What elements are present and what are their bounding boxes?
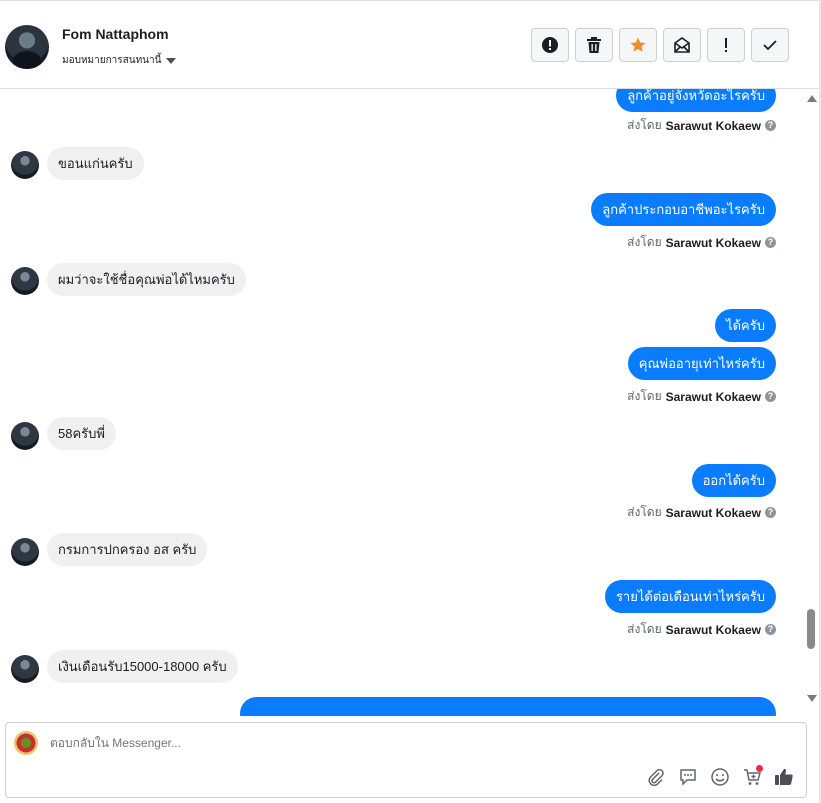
emoji-button[interactable] [708,765,732,789]
scroll-down-arrow-icon[interactable] [807,695,817,702]
sent-by-label: ส่งโดย Sarawut Kokaew ? [627,233,776,252]
reply-composer [5,722,807,798]
help-icon[interactable]: ? [765,507,776,518]
scroll-up-arrow-icon[interactable] [807,95,817,102]
contact-avatar[interactable] [5,25,49,69]
sent-by-agent: Sarawut Kokaew [665,622,761,637]
like-button[interactable] [772,765,796,789]
contact-avatar-small [11,267,39,295]
outgoing-message: ออกได้ครับ [691,464,776,497]
trash-icon [587,37,601,53]
exclamation-icon [725,38,727,52]
message-list[interactable]: ลูกค้าอยู่จังหวัดอะไรครับ ส่งโดย Sarawut… [0,89,804,716]
delete-button[interactable] [575,28,613,62]
sent-by-label: ส่งโดย Sarawut Kokaew ? [627,503,776,522]
header-actions [531,28,789,62]
paperclip-icon [648,768,664,787]
contact-avatar-small [11,151,39,179]
follow-up-button[interactable] [707,28,745,62]
outgoing-message: ลูกค้าอยู่จังหวัดอะไรครับ [616,89,776,112]
page-avatar [14,731,38,755]
chat-bubble-icon [680,769,696,786]
star-icon [630,37,646,52]
sent-by-prefix: ส่งโดย [627,118,662,132]
sent-by-prefix: ส่งโดย [627,235,662,249]
outgoing-message-partial [240,697,776,716]
sent-by-agent: Sarawut Kokaew [665,389,761,404]
incoming-message: เงินเดือนรับ15000-18000 ครับ [47,650,238,683]
thumbs-up-icon [775,768,793,785]
incoming-message: ขอนแก่นครับ [47,147,144,180]
message-scrollbar[interactable] [804,89,819,716]
contact-avatar-small [11,538,39,566]
report-spam-button[interactable] [531,28,569,62]
chevron-down-icon [166,57,177,64]
scrollbar-thumb[interactable] [807,609,815,649]
sent-by-prefix: ส่งโดย [627,389,662,403]
check-icon [763,40,777,51]
help-icon[interactable]: ? [765,237,776,248]
incoming-message: 58ครับพี่ [47,417,116,450]
contact-name[interactable]: Fom Nattaphom [62,26,169,42]
help-icon[interactable]: ? [765,624,776,635]
assign-conversation-dropdown[interactable]: มอบหมายการสนทนานี้ [62,53,177,68]
assign-label: มอบหมายการสนทนานี้ [62,55,162,66]
shop-button[interactable] [740,765,764,789]
sent-by-agent: Sarawut Kokaew [665,235,761,250]
outgoing-message: ได้ครับ [715,309,776,342]
help-icon[interactable]: ? [765,120,776,131]
outgoing-message: คุณพ่ออายุเท่าไหร่ครับ [627,347,776,380]
notification-dot [756,765,763,772]
incoming-message: กรมการปกครอง อส ครับ [47,533,208,566]
outgoing-message: ลูกค้าประกอบอาชีพอะไรครับ [591,193,776,226]
sent-by-agent: Sarawut Kokaew [665,505,761,520]
conversation-panel: Fom Nattaphom มอบหมายการสนทนานี้ ลูกค้าอ… [0,0,821,803]
sent-by-label: ส่งโดย Sarawut Kokaew ? [627,620,776,639]
contact-avatar-small [11,422,39,450]
sent-by-label: ส่งโดย Sarawut Kokaew ? [627,387,776,406]
reply-input[interactable] [50,736,550,750]
alert-circle-icon [542,37,558,53]
envelope-icon [674,37,690,53]
star-button[interactable] [619,28,657,62]
mark-done-button[interactable] [751,28,789,62]
attach-button[interactable] [644,765,668,789]
composer-tools [644,765,796,789]
sent-by-agent: Sarawut Kokaew [665,118,761,133]
saved-replies-button[interactable] [676,765,700,789]
sent-by-prefix: ส่งโดย [627,505,662,519]
incoming-message: ผมว่าจะใช้ชื่อคุณพ่อได้ไหมครับ [47,263,246,296]
sent-by-label: ส่งโดย Sarawut Kokaew ? [627,116,776,135]
conversation-header: Fom Nattaphom มอบหมายการสนทนานี้ [0,3,819,89]
mark-unread-button[interactable] [663,28,701,62]
help-icon[interactable]: ? [765,391,776,402]
outgoing-message: รายได้ต่อเดือนเท่าไหร่ครับ [604,580,776,613]
sent-by-prefix: ส่งโดย [627,622,662,636]
smiley-icon [711,768,729,786]
contact-avatar-small [11,655,39,683]
